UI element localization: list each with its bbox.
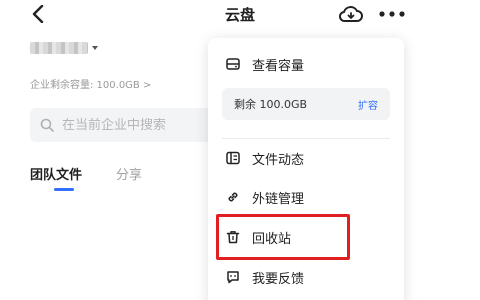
more-button[interactable] bbox=[372, 2, 412, 26]
more-horizontal-icon bbox=[379, 11, 405, 17]
remaining-quota-text: 剩余 100.0GB bbox=[234, 98, 308, 111]
tab-team-files[interactable]: 团队文件 bbox=[30, 164, 82, 183]
menu-item-label: 我要反馈 bbox=[252, 271, 305, 287]
menu-item-link-management[interactable]: 外链管理 bbox=[208, 183, 404, 211]
enterprise-capacity-link[interactable]: 企业剩余容量: 100.0GB > bbox=[30, 76, 151, 91]
menu-item-label: 外链管理 bbox=[252, 191, 305, 207]
search-bar[interactable] bbox=[30, 108, 230, 142]
caret-down-icon bbox=[92, 46, 98, 50]
storage-icon bbox=[226, 57, 240, 71]
feedback-icon bbox=[226, 270, 240, 284]
top-bar: 云盘 bbox=[0, 0, 480, 36]
search-input[interactable] bbox=[62, 117, 222, 133]
active-tab-indicator bbox=[54, 188, 74, 191]
menu-divider bbox=[222, 138, 390, 139]
account-name-blurred bbox=[30, 42, 88, 54]
account-switcher[interactable] bbox=[30, 42, 98, 54]
link-icon bbox=[226, 190, 240, 204]
menu-item-label: 查看容量 bbox=[252, 58, 305, 74]
recycle-bin-highlight-box bbox=[216, 214, 350, 260]
file-activity-icon bbox=[226, 151, 240, 165]
menu-item-view-capacity[interactable]: 查看容量 bbox=[208, 50, 404, 78]
cloud-sync-icon bbox=[339, 6, 363, 22]
menu-item-feedback[interactable]: 我要反馈 bbox=[208, 263, 404, 291]
expand-capacity-button[interactable]: 扩容 bbox=[358, 97, 378, 112]
remaining-quota-card: 剩余 100.0GB 扩容 bbox=[222, 88, 390, 120]
more-menu: 查看容量 剩余 100.0GB 扩容 文件动态 外链管理 回收站 我要反馈 bbox=[208, 38, 404, 300]
menu-item-file-activity[interactable]: 文件动态 bbox=[208, 144, 404, 172]
search-icon bbox=[40, 118, 54, 132]
tab-share[interactable]: 分享 bbox=[116, 164, 142, 183]
cloud-sync-button[interactable] bbox=[336, 2, 366, 26]
menu-item-label: 文件动态 bbox=[252, 152, 305, 168]
